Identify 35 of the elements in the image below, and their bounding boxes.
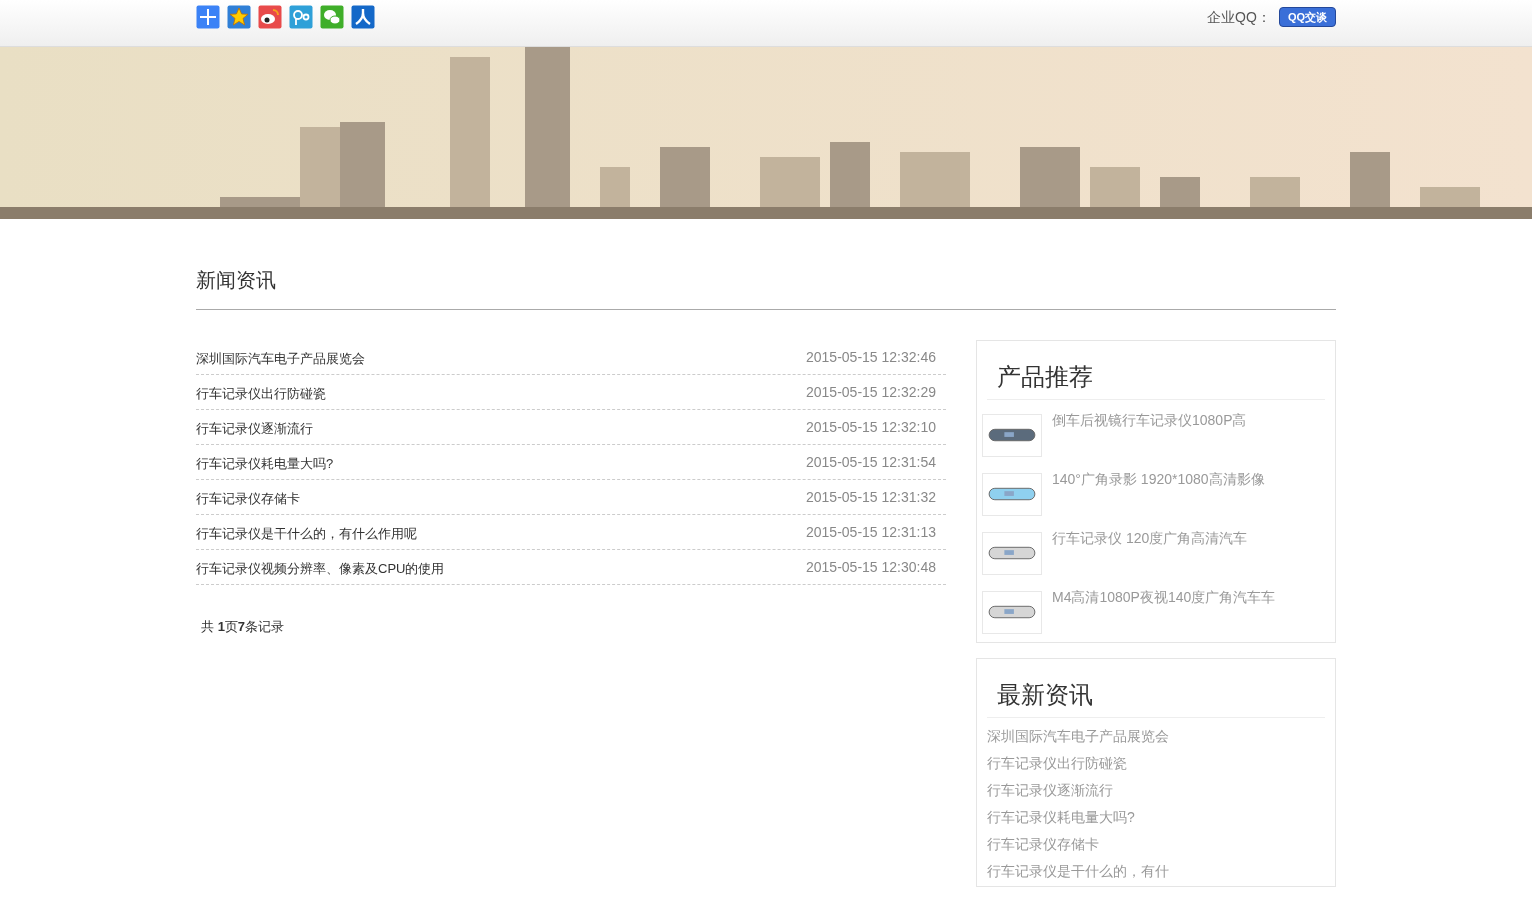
product-link[interactable]: 140°广角录影 1920*1080高清影像 <box>1052 469 1265 489</box>
news-link[interactable]: 行车记录仪出行防碰瓷 <box>196 383 326 403</box>
section-title: 新闻资讯 <box>196 265 1336 310</box>
panel-title: 产品推荐 <box>987 341 1325 400</box>
news-link[interactable]: 行车记录仪耗电量大吗? <box>196 453 334 473</box>
product-thumbnail[interactable] <box>982 591 1042 634</box>
news-date: 2015-05-15 12:30:48 <box>806 558 937 577</box>
product-thumbnail[interactable] <box>982 414 1042 457</box>
news-date: 2015-05-15 12:31:32 <box>806 488 937 507</box>
news-link[interactable]: 行车记录仪出行防碰瓷 <box>987 753 1325 774</box>
news-link[interactable]: 行车记录仪存储卡 <box>196 488 300 508</box>
news-date: 2015-05-15 12:31:54 <box>806 453 937 472</box>
share-icon[interactable] <box>258 5 282 29</box>
news-link[interactable]: 行车记录仪逐渐流行 <box>987 780 1325 801</box>
news-link[interactable]: 行车记录仪耗电量大吗? <box>987 807 1325 828</box>
news-link[interactable]: 深圳国际汽车电子产品展览会 <box>987 726 1325 747</box>
product-thumbnail[interactable] <box>982 532 1042 575</box>
news-date: 2015-05-15 12:32:10 <box>806 418 937 437</box>
news-date: 2015-05-15 12:31:13 <box>806 523 937 542</box>
pagination-info: 共 1页7条记录 <box>200 618 286 636</box>
qq-label: 企业QQ： <box>1207 7 1271 27</box>
news-link[interactable]: 行车记录仪逐渐流行 <box>196 418 313 438</box>
product-link[interactable]: M4高清1080P夜视140度广角汽车车 <box>1052 587 1276 607</box>
news-date: 2015-05-15 12:32:46 <box>806 348 937 367</box>
news-link[interactable]: 行车记录仪是干什么的，有什 <box>987 861 1325 882</box>
panel-title: 最新资讯 <box>987 659 1325 718</box>
qq-chat-button[interactable]: QQ交谈 <box>1278 6 1336 28</box>
news-link[interactable]: 行车记录仪是干什么的，有什么作用呢 <box>196 523 417 543</box>
news-link[interactable]: 行车记录仪视频分辨率、像素及CPU的使用 <box>196 558 445 578</box>
product-link[interactable]: 行车记录仪 120度广角高清汽车 <box>1052 528 1248 548</box>
product-link[interactable]: 倒车后视镜行车记录仪1080P高 <box>1052 410 1247 430</box>
news-link[interactable]: 深圳国际汽车电子产品展览会 <box>196 348 365 368</box>
news-date: 2015-05-15 12:32:29 <box>806 383 937 402</box>
news-link[interactable]: 行车记录仪存储卡 <box>987 834 1325 855</box>
product-thumbnail[interactable] <box>982 473 1042 516</box>
